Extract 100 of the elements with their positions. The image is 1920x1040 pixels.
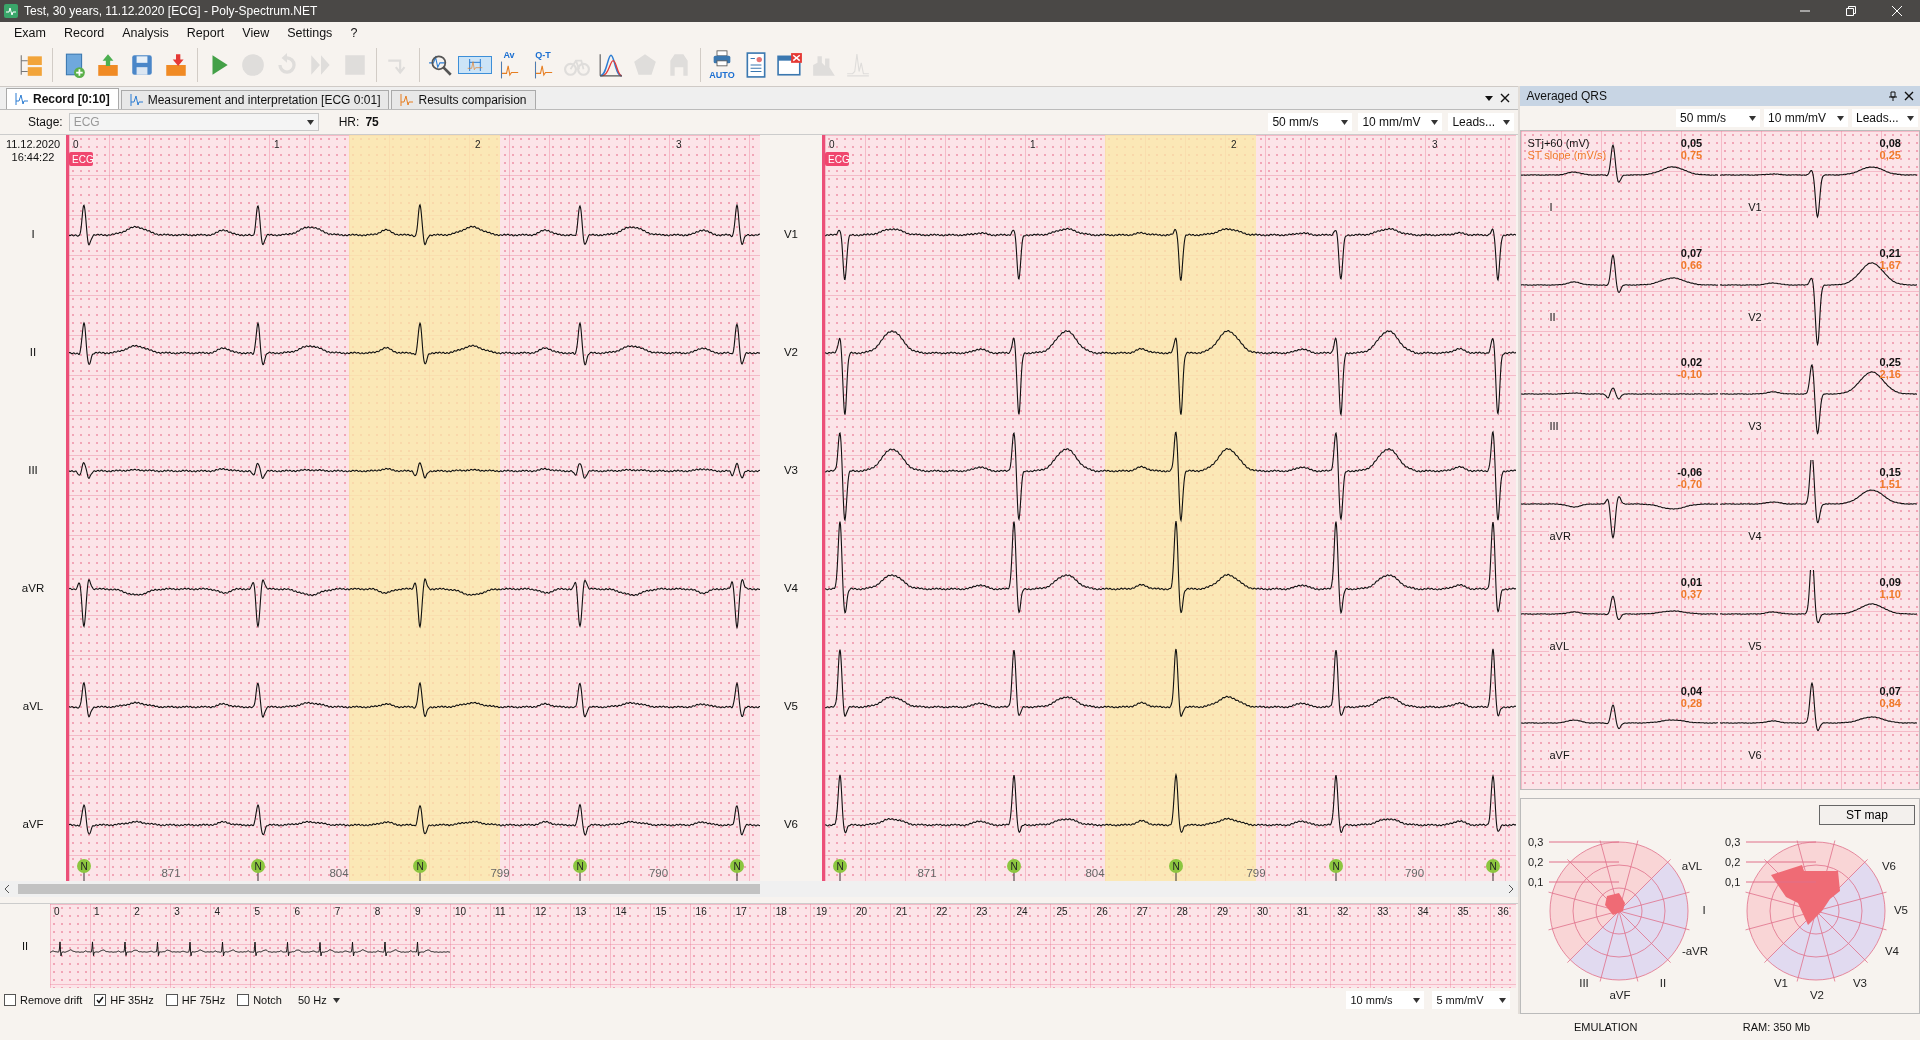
lead-label: II bbox=[28, 346, 38, 358]
lead-label: V6 bbox=[782, 818, 800, 830]
menu-item[interactable]: Record bbox=[55, 24, 113, 42]
scale-dropdown[interactable]: 10 mm/mV bbox=[1358, 113, 1443, 131]
st-slope-value: 0,28 bbox=[1680, 697, 1703, 710]
lead-label: V2 bbox=[1748, 310, 1762, 323]
st-value: 0,09 bbox=[1879, 575, 1901, 588]
filter-checkbox[interactable]: Notch bbox=[237, 994, 282, 1006]
time-tick: 10 bbox=[455, 906, 467, 917]
lead-label: V4 bbox=[782, 582, 800, 594]
close-icon[interactable] bbox=[1500, 93, 1511, 103]
wave-button[interactable]: Q-T bbox=[526, 48, 560, 82]
st-slope-value: 2,16 bbox=[1879, 368, 1901, 381]
tab[interactable]: Measurement and interpretation [ECG 0:01] bbox=[120, 90, 390, 109]
scale-dropdown[interactable]: Leads... bbox=[1852, 109, 1918, 127]
hr-value: 75 bbox=[365, 115, 379, 129]
time-tick: 21 bbox=[896, 906, 908, 917]
st-value: -0,06 bbox=[1677, 466, 1703, 478]
st-slope-value: 0,25 bbox=[1879, 149, 1901, 161]
time-tick: 20 bbox=[856, 906, 868, 917]
legend-label: ST slope (mV/s) bbox=[1527, 149, 1607, 161]
st-value: 0,02 bbox=[1679, 356, 1703, 369]
lead-label: V6 bbox=[1882, 860, 1897, 872]
scale-dropdown[interactable]: Leads... bbox=[1448, 113, 1515, 131]
dropdown-caret-icon bbox=[1907, 115, 1914, 121]
st-slope-value: 0,75 bbox=[1680, 149, 1703, 161]
lead-label: III bbox=[27, 464, 39, 476]
st-slope-value: -0,70 bbox=[1677, 478, 1703, 490]
lead-label: V3 bbox=[1748, 420, 1762, 433]
scale-dropdown[interactable]: 50 mm/s bbox=[1676, 109, 1760, 127]
wave-button[interactable]: Av bbox=[492, 48, 526, 82]
time-tick: 11 bbox=[495, 906, 506, 917]
menu-item[interactable]: View bbox=[234, 24, 278, 42]
window-close-icon bbox=[777, 52, 803, 78]
scale-dropdown[interactable]: 10 mm/mV bbox=[1764, 109, 1848, 127]
frequency-dropdown[interactable]: 50 Hz bbox=[293, 991, 344, 1009]
dropdown-caret-icon bbox=[1413, 997, 1421, 1003]
menu-item[interactable]: Exam bbox=[6, 24, 54, 42]
filter-checkbox[interactable]: Remove drift bbox=[4, 994, 83, 1006]
restore-icon bbox=[1846, 6, 1856, 16]
time-tick: 3 bbox=[174, 906, 180, 917]
st-map-button[interactable]: ST map bbox=[1819, 805, 1915, 825]
lead-label: aVF bbox=[21, 818, 45, 830]
scale-leader: 0,2 bbox=[1725, 856, 1817, 868]
time-tick: 3 bbox=[1432, 139, 1438, 150]
time-tick: 24 bbox=[1016, 906, 1028, 917]
scrollbar[interactable] bbox=[0, 881, 1519, 897]
lead-label: V6 bbox=[1748, 749, 1762, 762]
lead-label: V3 bbox=[782, 464, 800, 476]
dropdown-caret-icon bbox=[1499, 997, 1507, 1003]
time-tick: 14 bbox=[615, 906, 627, 917]
time-tick: 0 bbox=[73, 139, 79, 150]
lead-label: V1 bbox=[1774, 977, 1789, 989]
lead-label: V2 bbox=[1810, 989, 1825, 1001]
lead-label: aVF bbox=[1609, 989, 1631, 1001]
lead-label: V5 bbox=[1748, 639, 1762, 652]
menu-item[interactable]: ? bbox=[342, 24, 366, 42]
printer-button[interactable]: AUTO bbox=[705, 48, 739, 82]
st-slope-value: 1,10 bbox=[1879, 587, 1901, 600]
menu-item[interactable]: Settings bbox=[279, 24, 341, 42]
wave-icon bbox=[129, 94, 144, 106]
lead-label: V1 bbox=[1748, 201, 1762, 213]
dropdown-icon[interactable] bbox=[1484, 93, 1495, 103]
time-tick: 35 bbox=[1457, 906, 1469, 917]
lead-label: II bbox=[21, 940, 29, 952]
scale-dropdown[interactable]: 10 mm/s bbox=[1346, 991, 1425, 1009]
rr-interval: 871 bbox=[161, 867, 181, 879]
dropdown-caret-icon bbox=[1749, 115, 1756, 121]
menu-item[interactable]: Analysis bbox=[114, 24, 177, 42]
lead-label: V3 bbox=[1853, 977, 1868, 989]
scroll-thumb[interactable] bbox=[18, 884, 760, 894]
time-tick: 16 bbox=[695, 906, 707, 917]
tab[interactable]: Record [0:10] bbox=[6, 88, 119, 109]
tab[interactable]: Results comparision bbox=[391, 90, 536, 109]
pin-icon[interactable] bbox=[1888, 91, 1898, 101]
scale-dropdown[interactable]: 5 mm/mV bbox=[1432, 991, 1511, 1009]
dropdown-caret-icon bbox=[332, 997, 340, 1003]
stop-icon bbox=[240, 52, 266, 78]
filter-checkbox[interactable]: HF 75Hz bbox=[165, 994, 226, 1006]
close-icon[interactable] bbox=[1904, 91, 1914, 101]
menu-item[interactable]: Report bbox=[178, 24, 233, 42]
close-icon bbox=[1892, 6, 1902, 16]
time-tick: 27 bbox=[1136, 906, 1148, 917]
panel-title: Averaged QRS bbox=[1526, 89, 1607, 103]
rr-interval: 804 bbox=[1085, 867, 1105, 879]
time-tick: 25 bbox=[1056, 906, 1068, 917]
lead-label: II bbox=[1660, 977, 1667, 989]
spike-chart-icon bbox=[845, 52, 871, 78]
time-tick: 1 bbox=[274, 139, 280, 150]
record-time: 16:44:22 bbox=[10, 151, 56, 164]
st-slope-value: 1,67 bbox=[1879, 258, 1901, 271]
checkmark-icon bbox=[95, 995, 106, 1005]
scale-dropdown[interactable]: 50 mm/s bbox=[1268, 113, 1353, 131]
pentagon-icon bbox=[632, 52, 658, 78]
st-value: 0,21 bbox=[1879, 246, 1901, 259]
lead-label: aVL bbox=[21, 700, 45, 712]
time-tick: 34 bbox=[1417, 906, 1429, 917]
filter-checkbox[interactable]: HF 35Hz bbox=[94, 994, 154, 1006]
time-tick: 4 bbox=[214, 906, 220, 917]
st-slope-value: 1,51 bbox=[1879, 478, 1901, 490]
